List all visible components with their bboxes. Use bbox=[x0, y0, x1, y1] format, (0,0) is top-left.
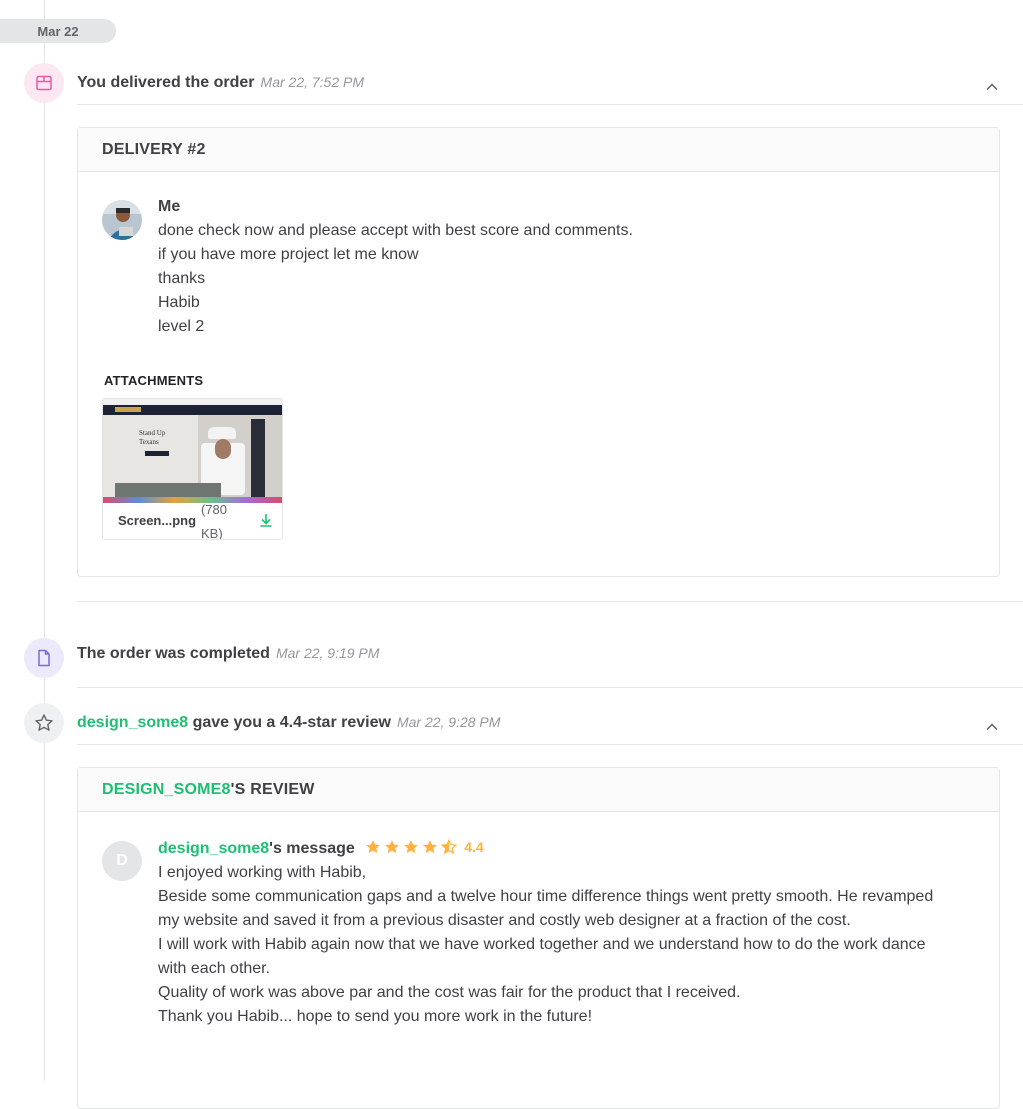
date-pill: Mar 22 bbox=[0, 19, 116, 43]
review-paragraph: Beside some communication gaps and a twe… bbox=[158, 888, 934, 929]
review-message: design_some8's message 4.4 I enjoyed wor… bbox=[158, 835, 958, 1029]
divider bbox=[77, 687, 1023, 688]
download-button[interactable] bbox=[258, 512, 274, 533]
collapse-delivery-button[interactable] bbox=[982, 77, 1002, 97]
star-rating: 4.4 bbox=[365, 835, 484, 859]
delivered-event-text: You delivered the order bbox=[77, 74, 255, 91]
star-icon bbox=[35, 714, 53, 731]
download-icon bbox=[260, 514, 272, 527]
completed-event-text: The order was completed bbox=[77, 645, 270, 662]
message-line: thanks bbox=[158, 270, 206, 287]
delivery-message: done check now and please accept with be… bbox=[158, 219, 633, 339]
message-user[interactable]: design_some8 bbox=[158, 840, 269, 857]
attachments-label: ATTACHMENTS bbox=[104, 373, 204, 388]
delivered-event-icon bbox=[24, 63, 64, 103]
message-line: done check now and please accept with be… bbox=[158, 222, 633, 239]
thumbnail-heading: Stand Up Texans bbox=[139, 429, 166, 446]
completed-event-icon bbox=[24, 638, 64, 678]
review-paragraph: I enjoyed working with Habib, bbox=[158, 864, 367, 881]
review-header: DESIGN_SOME8 'S REVIEW bbox=[78, 768, 999, 812]
review-message-header: design_some8's message 4.4 bbox=[158, 835, 958, 861]
chevron-up-icon bbox=[986, 83, 998, 91]
message-line: level 2 bbox=[158, 318, 205, 335]
star-icon bbox=[404, 840, 419, 854]
package-icon bbox=[36, 75, 52, 91]
review-event-icon bbox=[24, 703, 64, 743]
sender-name: Me bbox=[158, 198, 181, 215]
document-icon bbox=[38, 649, 50, 667]
attachment-file-size: (780 KB) bbox=[201, 502, 228, 540]
message-line: if you have more project let me know bbox=[158, 246, 419, 263]
completed-event-title: The order was completed Mar 22, 9:19 PM bbox=[77, 645, 379, 663]
attachment-card[interactable]: Stand Up Texans Screen...png (780 KB) bbox=[102, 398, 283, 540]
avatar-letter: D bbox=[116, 852, 128, 869]
delivered-event-title: You delivered the order Mar 22, 7:52 PM bbox=[77, 74, 364, 92]
review-header-rest: 'S REVIEW bbox=[230, 780, 315, 798]
completed-event-time: Mar 22, 9:19 PM bbox=[275, 645, 380, 661]
collapse-review-button[interactable] bbox=[982, 717, 1002, 737]
review-card: DESIGN_SOME8 'S REVIEW D design_some8's m… bbox=[77, 767, 1000, 1109]
star-icon bbox=[385, 840, 400, 854]
message-line: Habib bbox=[158, 294, 200, 311]
chevron-up-icon bbox=[986, 723, 998, 731]
divider bbox=[77, 104, 1023, 105]
attachment-file-name: Screen...png bbox=[118, 513, 197, 528]
reviewer-link[interactable]: design_some8 bbox=[77, 714, 188, 731]
delivery-header: DELIVERY #2 bbox=[78, 128, 999, 172]
star-icon bbox=[423, 840, 438, 854]
review-header-user: DESIGN_SOME8 bbox=[102, 780, 231, 798]
divider bbox=[77, 601, 1023, 602]
review-event-text: gave you a 4.4-star review bbox=[188, 714, 391, 731]
star-icon bbox=[366, 840, 381, 854]
review-paragraph: Thank you Habib... hope to send you more… bbox=[158, 1008, 593, 1025]
rating-value: 4.4 bbox=[464, 839, 484, 855]
message-label: 's message bbox=[269, 840, 355, 857]
half-star-icon bbox=[441, 839, 458, 855]
reviewer-avatar: D bbox=[102, 841, 142, 881]
review-event-title: design_some8 gave you a 4.4-star review M… bbox=[77, 714, 500, 732]
timeline-line bbox=[44, 0, 45, 1081]
delivery-card: DELIVERY #2 Me done check now and please… bbox=[77, 127, 1000, 577]
attachment-thumbnail[interactable]: Stand Up Texans bbox=[103, 399, 282, 503]
review-event-time: Mar 22, 9:28 PM bbox=[396, 714, 501, 730]
review-paragraph: I will work with Habib again now that we… bbox=[158, 936, 926, 977]
review-paragraph: Quality of work was above par and the co… bbox=[158, 984, 741, 1001]
divider bbox=[77, 744, 1023, 745]
avatar bbox=[102, 200, 142, 240]
delivered-event-time: Mar 22, 7:52 PM bbox=[260, 74, 365, 90]
